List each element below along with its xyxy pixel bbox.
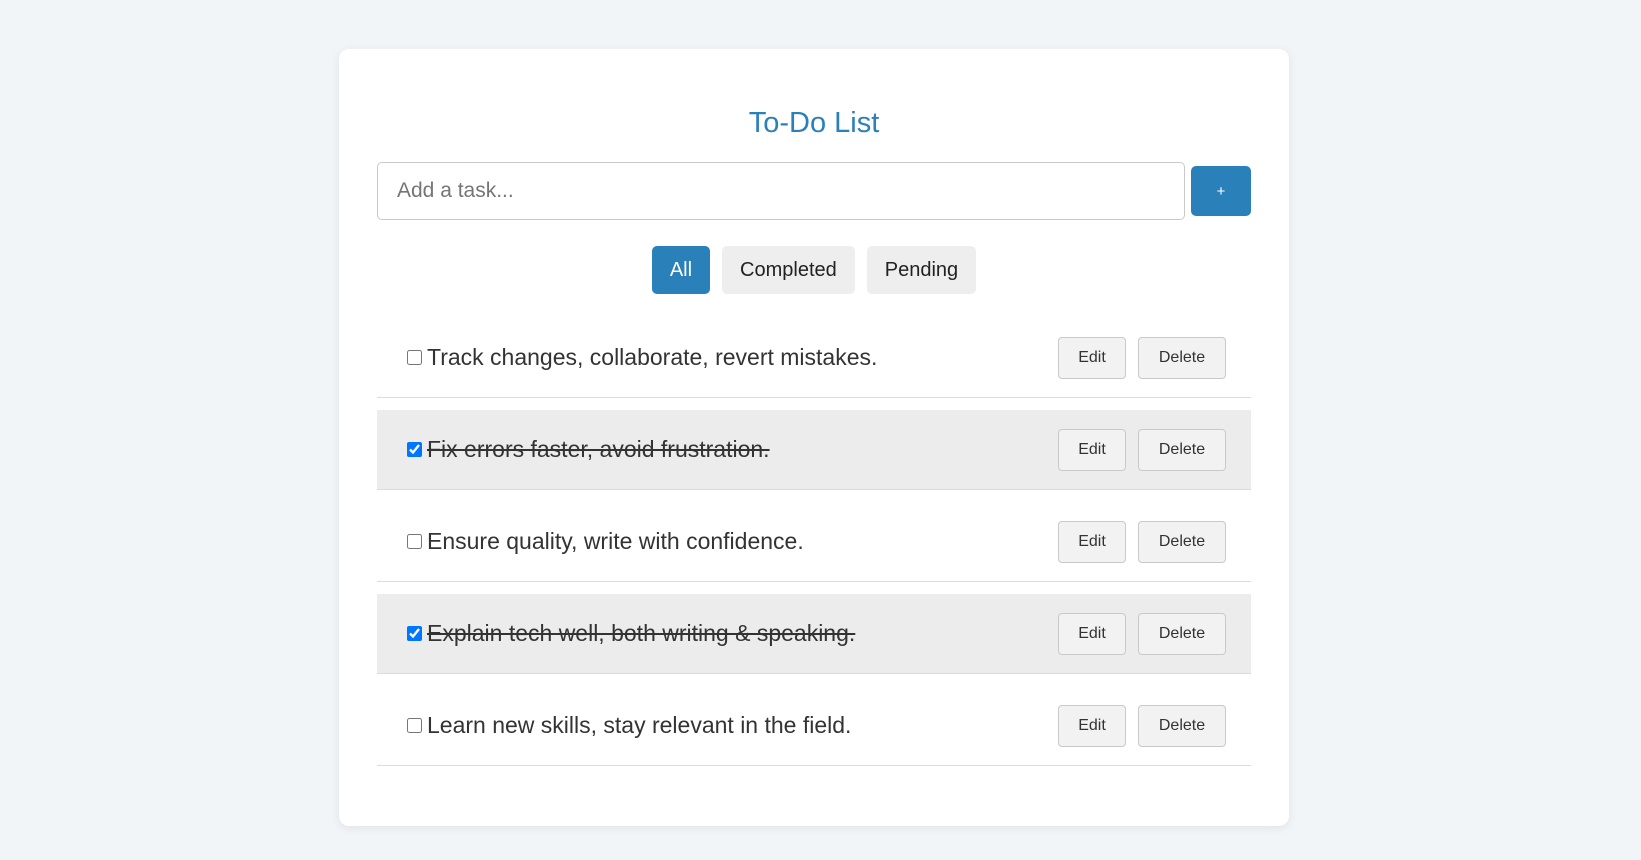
task-row: Track changes, collaborate, revert mista… <box>377 318 1251 398</box>
edit-button[interactable]: Edit <box>1058 520 1126 563</box>
delete-button[interactable]: Delete <box>1138 704 1226 747</box>
task-row: Learn new skills, stay relevant in the f… <box>377 686 1251 766</box>
edit-button[interactable]: Edit <box>1058 612 1126 655</box>
task-text: Learn new skills, stay relevant in the f… <box>427 712 852 738</box>
task-checkbox[interactable] <box>407 534 422 549</box>
task-checkbox[interactable] <box>407 350 422 365</box>
todo-card: To-Do List + All Completed Pending Track… <box>339 49 1289 826</box>
filter-bar: All Completed Pending <box>377 246 1251 294</box>
task-checkbox[interactable] <box>407 626 422 641</box>
task-checkbox[interactable] <box>407 442 422 457</box>
task-text: Fix errors faster, avoid frustration. <box>427 436 770 462</box>
filter-completed-button[interactable]: Completed <box>722 246 855 294</box>
delete-button[interactable]: Delete <box>1138 520 1226 563</box>
task-list: Track changes, collaborate, revert mista… <box>377 318 1251 766</box>
task-row: Ensure quality, write with confidence. E… <box>377 502 1251 582</box>
task-checkbox[interactable] <box>407 718 422 733</box>
task-row: Fix errors faster, avoid frustration. Ed… <box>377 410 1251 490</box>
delete-button[interactable]: Delete <box>1138 336 1226 379</box>
add-task-button[interactable]: + <box>1191 166 1251 216</box>
task-input[interactable] <box>377 162 1185 220</box>
edit-button[interactable]: Edit <box>1058 336 1126 379</box>
edit-button[interactable]: Edit <box>1058 704 1126 747</box>
delete-button[interactable]: Delete <box>1138 428 1226 471</box>
task-text: Ensure quality, write with confidence. <box>427 528 804 554</box>
add-task-form: + <box>377 161 1251 221</box>
delete-button[interactable]: Delete <box>1138 612 1226 655</box>
task-row: Explain tech well, both writing & speaki… <box>377 594 1251 674</box>
filter-all-button[interactable]: All <box>651 246 711 294</box>
task-text: Track changes, collaborate, revert mista… <box>427 344 878 370</box>
page-title: To-Do List <box>748 107 880 139</box>
filter-pending-button[interactable]: Pending <box>866 246 977 294</box>
task-text: Explain tech well, both writing & speaki… <box>427 620 856 646</box>
edit-button[interactable]: Edit <box>1058 428 1126 471</box>
